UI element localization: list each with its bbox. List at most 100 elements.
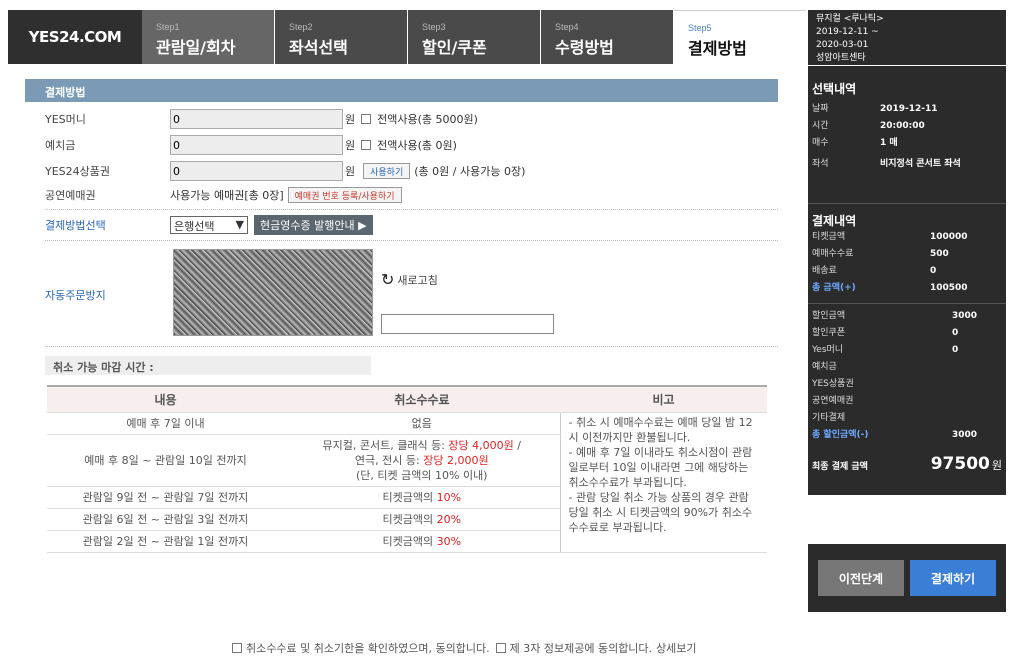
fee-text: 10% — [436, 490, 462, 504]
row-key: 총 금액(+) — [812, 283, 856, 293]
fee-text: 연극, 전시 등: — [354, 453, 424, 467]
payment-form: 결제방법 YES머니 원 전액사용(총 5000원) 예치금 원 전액사용(총 … — [8, 65, 808, 655]
fee-text: 티켓금액의 — [382, 490, 437, 504]
final-unit: 원 — [991, 459, 1002, 472]
deposit-all-checkbox[interactable] — [361, 140, 372, 150]
divider — [808, 203, 1006, 204]
unit-label: 원 — [345, 165, 356, 178]
cancel-deadline-title: 취소 가능 마감 시간 : — [45, 356, 371, 375]
giftcard-input[interactable] — [170, 161, 343, 181]
yesmoney-input[interactable] — [170, 109, 343, 129]
step-num: Step5 — [688, 23, 712, 33]
third-party-checkbox[interactable] — [495, 643, 506, 653]
voucher-row: 공연예매권 사용가능 예매권[총 0장] 예매권 번호 등록/사용하기 — [45, 183, 406, 207]
dropdown-arrow-icon: ▼ — [235, 218, 244, 231]
row-key: 티켓금액 — [812, 232, 846, 242]
payment-title: 결제내역 — [812, 214, 857, 228]
step-name: 할인/쿠폰 — [422, 38, 487, 57]
cancel-content-cell: 관람일 2일 전 ~ 관람일 1일 전까지 — [47, 530, 284, 553]
prev-step-button[interactable]: 이전단계 — [818, 560, 904, 596]
row-key: Yes머니 — [812, 345, 844, 355]
discount-row: 할인금액 3000 — [808, 308, 1006, 325]
show-period-start: 2019-12-11 ~ — [816, 27, 879, 37]
show-title: 뮤지컬 <루나틱> — [816, 14, 884, 24]
fee-text: / — [513, 438, 521, 452]
discount-row: 공연예매권 — [808, 393, 1006, 410]
cancel-fee-table: 내용 취소수수료 비고 예매 후 7일 이내 없음 - 취소 시 예매수수료는 예매… — [47, 385, 767, 553]
bank-select[interactable]: 은행선택 ▼ — [170, 216, 248, 234]
fee-text: (단, 티켓 금액의 10% 이내) — [356, 468, 488, 482]
selection-title: 선택내역 — [812, 82, 857, 96]
all-use-label: 전액사용(총 0원) — [377, 139, 457, 152]
row-key: YES상품권 — [812, 379, 854, 389]
row-key: 공연예매권 — [812, 396, 854, 406]
fee-text: 20% — [436, 512, 462, 526]
discount-total-row: 총 할인금액(-) 3000 — [808, 427, 1006, 444]
cancel-fee-cell: 티켓금액의 20% — [284, 508, 560, 531]
payment-row: 배송료 0 — [808, 263, 1006, 280]
cancel-fee-cell: 티켓금액의 30% — [284, 530, 560, 553]
step-1: Step1 관람일/회차 — [142, 10, 274, 64]
cancel-agree-checkbox[interactable] — [232, 643, 242, 653]
step-num: Step1 — [156, 22, 180, 32]
third-party-label: 제 3자 정보제공에 동의합니다. — [509, 642, 653, 655]
row-key: 할인쿠폰 — [812, 328, 846, 338]
step-num: Step4 — [555, 22, 579, 32]
unit-label: 원 — [345, 139, 356, 152]
refresh-label: 새로고침 — [397, 273, 438, 287]
deposit-input[interactable] — [170, 135, 343, 155]
fee-text: 티켓금액의 — [382, 512, 437, 526]
step-name: 결제방법 — [688, 39, 747, 58]
captcha-input[interactable] — [381, 314, 554, 334]
cancel-content-cell: 예매 후 8일 ~ 관람일 10일 전까지 — [47, 434, 284, 487]
all-use-label: 전액사용(총 5000원) — [377, 113, 478, 126]
giftcard-row: YES24상품권 원 사용하기 (총 0원 / 사용가능 0장) — [45, 159, 525, 183]
voucher-register-button[interactable]: 예매권 번호 등록/사용하기 — [287, 187, 402, 203]
divider — [808, 303, 1006, 304]
step-nav: Step1 관람일/회차 Step2 좌석선택 Step3 할인/쿠폰 Step4 수령… — [142, 10, 807, 64]
selection-row: 날짜 2019-12-11 — [808, 101, 1006, 118]
row-key: 예치금 — [812, 362, 837, 372]
method-row: 결제방법선택 은행선택 ▼ 현금영수증 발행안내 ▶ — [45, 213, 373, 237]
payment-total-row: 총 금액(+) 100500 — [808, 280, 1006, 297]
yesmoney-row: YES머니 원 전액사용(총 5000원) — [45, 107, 478, 131]
giftcard-use-button[interactable]: 사용하기 — [363, 163, 411, 179]
bank-select-value: 은행선택 — [174, 220, 215, 233]
captcha-image — [173, 249, 373, 336]
fee-text: 장당 4,000원 — [448, 438, 514, 452]
detail-link[interactable]: 상세보기 — [656, 640, 696, 656]
order-summary-sidebar: 뮤지컬 <루나틱> 2019-12-11 ~ 2020-03-01 성암아트센타… — [808, 10, 1006, 495]
divider — [45, 346, 778, 347]
table-header: 내용 — [47, 385, 284, 413]
cash-receipt-button[interactable]: 현금영수증 발행안내 ▶ — [254, 215, 373, 235]
fee-text: 뮤지컬, 콘서트, 클래식 등: — [322, 438, 449, 452]
row-value: 2019-12-11 — [880, 104, 938, 114]
row-key: 매수 — [812, 138, 829, 148]
refresh-icon: ↻ — [381, 270, 395, 289]
field-label: 자동주문방지 — [45, 289, 106, 302]
show-info: 뮤지컬 <루나틱> 2019-12-11 ~ 2020-03-01 성암아트센타 — [808, 10, 1006, 66]
row-key: 기타결제 — [812, 413, 846, 423]
pay-button[interactable]: 결제하기 — [910, 560, 996, 596]
row-value: 비지정석 콘서트 좌석 — [880, 159, 961, 169]
yes24-logo[interactable]: YES24.COM — [8, 10, 142, 64]
final-label: 최종 결제 금액 — [812, 462, 868, 472]
cancel-content-cell: 예매 후 7일 이내 — [47, 412, 284, 435]
section-title: 결제방법 — [25, 79, 778, 102]
payment-row: 티켓금액 100000 — [808, 229, 1006, 246]
row-key: 총 할인금액(-) — [812, 430, 869, 440]
cancel-fee-cell: 뮤지컬, 콘서트, 클래식 등: 장당 4,000원 / 연극, 전시 등: 장당… — [284, 434, 560, 487]
yesmoney-all-checkbox[interactable] — [361, 114, 372, 124]
fee-text: 30% — [436, 534, 462, 548]
cancel-content-cell: 관람일 6일 전 ~ 관람일 3일 전까지 — [47, 508, 284, 531]
row-key: 예매수수료 — [812, 249, 854, 259]
row-value: 500 — [930, 249, 949, 259]
cancel-fee-cell: 티켓금액의 10% — [284, 486, 560, 509]
voucher-info: 사용가능 예매권[총 0장] — [170, 189, 284, 202]
cancel-note-cell: - 취소 시 예매수수료는 예매 당일 밤 12시 이전까지만 환불됩니다. -… — [559, 412, 767, 553]
captcha-refresh-button[interactable]: ↻ 새로고침 — [381, 270, 438, 289]
row-value: 20:00:00 — [880, 121, 925, 131]
step-name: 관람일/회차 — [156, 38, 236, 57]
field-label: 공연예매권 — [45, 189, 96, 202]
agreement-row: 취소수수료 및 취소기한을 확인하였으며, 동의합니다. 제 3자 정보제공에 … — [232, 640, 697, 656]
